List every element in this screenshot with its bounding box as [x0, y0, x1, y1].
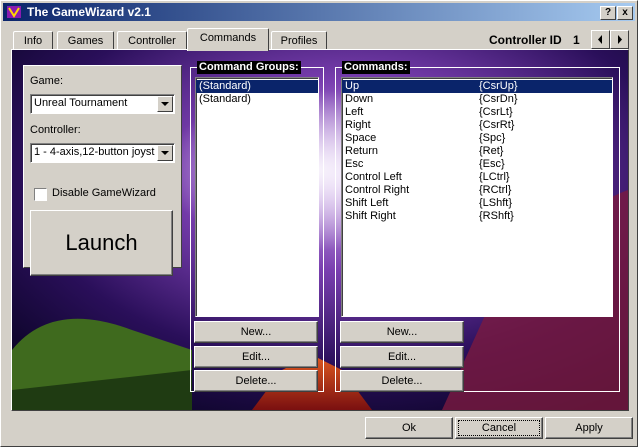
game-select-value: Unreal Tournament	[34, 97, 128, 109]
command-name: Space	[345, 132, 377, 144]
command-edit-button[interactable]: Edit...	[340, 346, 464, 368]
gamewizard-app-icon	[7, 6, 21, 18]
close-button[interactable]: x	[617, 6, 633, 20]
command-row[interactable]: Shift Left {LShft}	[342, 197, 612, 210]
command-row[interactable]: Up {CsrUp}	[342, 80, 612, 93]
controller-id-value: 1	[573, 33, 580, 47]
command-row[interactable]: Space {Spc}	[342, 132, 612, 145]
prev-controller-button[interactable]	[591, 30, 610, 49]
command-row[interactable]: Right {CsrRt}	[342, 119, 612, 132]
launch-button[interactable]: Launch	[30, 210, 173, 276]
disable-gamewizard-checkbox[interactable]	[34, 188, 47, 201]
group-edit-button[interactable]: Edit...	[194, 346, 318, 368]
apply-button[interactable]: Apply	[545, 417, 633, 439]
game-label: Game:	[30, 75, 64, 87]
command-name: Up	[345, 80, 360, 92]
command-name: Shift Left	[345, 197, 389, 209]
group-new-button[interactable]: New...	[194, 321, 318, 343]
tab-info[interactable]: Info	[13, 31, 53, 50]
command-delete-button[interactable]: Delete...	[340, 370, 464, 392]
command-key: {CsrUp}	[479, 80, 518, 92]
controller-label: Controller:	[30, 124, 81, 136]
controller-select-value: 1 - 4-axis,12-button joyst	[34, 146, 155, 158]
command-name: Down	[345, 93, 374, 105]
command-groups-list[interactable]: (Standard) (Standard)	[195, 77, 319, 317]
arrow-right-icon	[618, 35, 622, 44]
command-row[interactable]: Shift Right {RShft}	[342, 210, 612, 223]
command-key: {CsrRt}	[479, 119, 515, 131]
launch-panel: Game: Unreal Tournament Controller: 1 - …	[23, 65, 182, 276]
window-title: The GameWizard v2.1	[27, 5, 151, 19]
command-key: {RShft}	[479, 210, 514, 222]
title-bar[interactable]: The GameWizard v2.1 ? x	[3, 3, 635, 21]
command-key: {Ret}	[479, 145, 504, 157]
game-select[interactable]: Unreal Tournament	[30, 94, 175, 114]
controller-id-label: Controller ID	[489, 33, 562, 47]
command-row[interactable]: Esc {Esc}	[342, 158, 612, 171]
next-controller-button[interactable]	[610, 30, 629, 49]
command-name: Shift Right	[345, 210, 396, 222]
tab-controller[interactable]: Controller	[117, 31, 187, 50]
command-row[interactable]: Control Right {RCtrl}	[342, 184, 612, 197]
disable-gamewizard-label[interactable]: Disable GameWizard	[52, 187, 156, 199]
game-dropdown-button[interactable]	[157, 96, 173, 112]
command-row[interactable]: Return {Ret}	[342, 145, 612, 158]
tab-games[interactable]: Games	[57, 31, 114, 50]
command-groups-title: Command Groups:	[197, 61, 301, 74]
help-button[interactable]: ?	[600, 6, 616, 20]
main-window: The GameWizard v2.1 ? x Info Games Contr…	[0, 0, 638, 447]
cancel-button[interactable]: Cancel	[455, 417, 543, 439]
command-row[interactable]: Left {CsrLt}	[342, 106, 612, 119]
command-group-item[interactable]: (Standard)	[196, 93, 318, 106]
command-name: Control Right	[345, 184, 410, 196]
chevron-down-icon	[161, 102, 169, 106]
command-row[interactable]: Control Left {LCtrl}	[342, 171, 612, 184]
controller-select[interactable]: 1 - 4-axis,12-button joyst	[30, 143, 175, 163]
command-group-item[interactable]: (Standard)	[196, 80, 318, 93]
command-key: {Spc}	[479, 132, 506, 144]
command-name: Left	[345, 106, 364, 118]
command-key: {LShft}	[479, 197, 513, 209]
command-name: Control Left	[345, 171, 402, 183]
chevron-down-icon	[161, 151, 169, 155]
ok-button[interactable]: Ok	[365, 417, 453, 439]
commands-tab-panel: Game: Unreal Tournament Controller: 1 - …	[11, 49, 629, 411]
command-new-button[interactable]: New...	[340, 321, 464, 343]
command-key: {Esc}	[479, 158, 505, 170]
command-key: {CsrLt}	[479, 106, 513, 118]
commands-list[interactable]: Up {CsrUp} Down {CsrDn} Left {CsrLt} Right {…	[341, 77, 613, 317]
commands-title: Commands:	[342, 61, 410, 74]
tab-profiles[interactable]: Profiles	[271, 31, 327, 50]
tab-commands[interactable]: Commands	[187, 28, 269, 51]
command-name: Right	[345, 119, 371, 131]
command-row[interactable]: Down {CsrDn}	[342, 93, 612, 106]
controller-dropdown-button[interactable]	[157, 145, 173, 161]
group-delete-button[interactable]: Delete...	[194, 370, 318, 392]
arrow-left-icon	[598, 35, 602, 44]
command-key: {RCtrl}	[479, 184, 512, 196]
command-key: {CsrDn}	[479, 93, 518, 105]
command-name: Return	[345, 145, 379, 157]
command-key: {LCtrl}	[479, 171, 510, 183]
command-name: Esc	[345, 158, 364, 170]
